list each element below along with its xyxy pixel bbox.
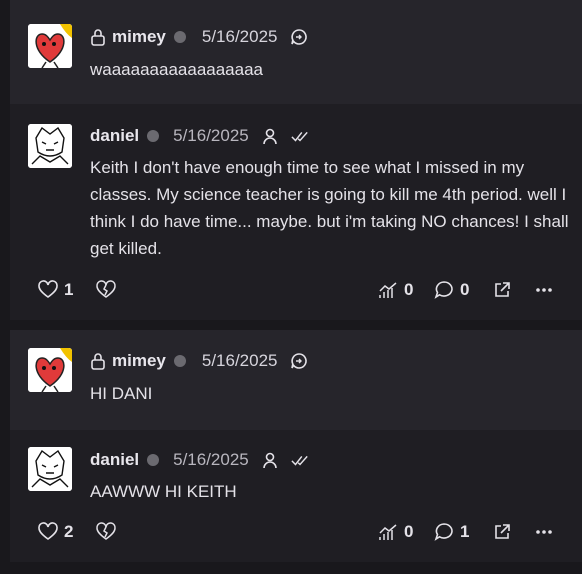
status-dot [147, 454, 160, 466]
avatar-daniel[interactable] [28, 124, 72, 168]
comment-button[interactable]: 1 [434, 522, 469, 542]
author-name[interactable]: daniel [90, 450, 139, 470]
broken-heart-icon[interactable] [96, 280, 116, 300]
broken-heart-icon[interactable] [96, 522, 116, 542]
stats-count: 0 [404, 522, 414, 541]
lock-icon [91, 353, 105, 370]
stats-button[interactable]: 0 [378, 522, 413, 542]
share-button[interactable] [492, 522, 512, 542]
post-text: Keith I don't have enough time to see wh… [90, 158, 569, 258]
post-date[interactable]: 5/16/2025 [173, 126, 249, 146]
post-header: mimey 5/16/2025 [90, 25, 308, 49]
more-button[interactable] [534, 522, 554, 542]
user-icon[interactable] [261, 127, 279, 145]
author-name[interactable]: mimey [112, 27, 166, 47]
reply-bubble-icon[interactable] [290, 28, 308, 46]
post-text: HI DANI [90, 384, 153, 403]
status-dot [173, 355, 186, 367]
double-check-icon [291, 127, 309, 145]
stats-count: 0 [404, 280, 414, 299]
comment-button[interactable]: 0 [434, 280, 469, 300]
post-date[interactable]: 5/16/2025 [202, 351, 278, 371]
post-card-parent: mimey 5/16/2025 HI DANI [10, 330, 582, 430]
like-count: 2 [64, 522, 74, 541]
lock-icon [91, 29, 105, 46]
post-card-parent: mimey 5/16/2025 waaaaaaaaaaaaaaaaa [10, 0, 582, 104]
stats-button[interactable]: 0 [378, 280, 413, 300]
post-date[interactable]: 5/16/2025 [173, 450, 249, 470]
post-header: daniel 5/16/2025 [90, 124, 309, 148]
comment-count: 0 [460, 280, 470, 299]
share-button[interactable] [492, 280, 512, 300]
post-text: AAWWW HI KEITH [90, 482, 237, 501]
post-header: daniel 5/16/2025 [90, 448, 309, 472]
like-button[interactable]: 1 [38, 280, 73, 300]
status-dot [147, 130, 160, 142]
post-card-reply: daniel 5/16/2025 Keith I don't have enou… [10, 104, 582, 320]
post-text: waaaaaaaaaaaaaaaaa [90, 60, 264, 79]
avatar-mimey[interactable] [28, 348, 72, 392]
avatar-daniel[interactable] [28, 447, 72, 491]
user-icon[interactable] [261, 451, 279, 469]
author-name[interactable]: mimey [112, 351, 166, 371]
status-dot [173, 31, 186, 43]
avatar-mimey[interactable] [28, 24, 72, 68]
post-date[interactable]: 5/16/2025 [202, 27, 278, 47]
comment-count: 1 [460, 522, 470, 541]
author-name[interactable]: daniel [90, 126, 139, 146]
like-button[interactable]: 2 [38, 522, 73, 542]
post-card-reply: daniel 5/16/2025 AAWWW HI KEITH 2 0 1 [10, 430, 582, 562]
reply-bubble-icon[interactable] [290, 352, 308, 370]
double-check-icon [291, 451, 309, 469]
post-header: mimey 5/16/2025 [90, 349, 308, 373]
like-count: 1 [64, 280, 74, 299]
more-button[interactable] [534, 280, 554, 300]
